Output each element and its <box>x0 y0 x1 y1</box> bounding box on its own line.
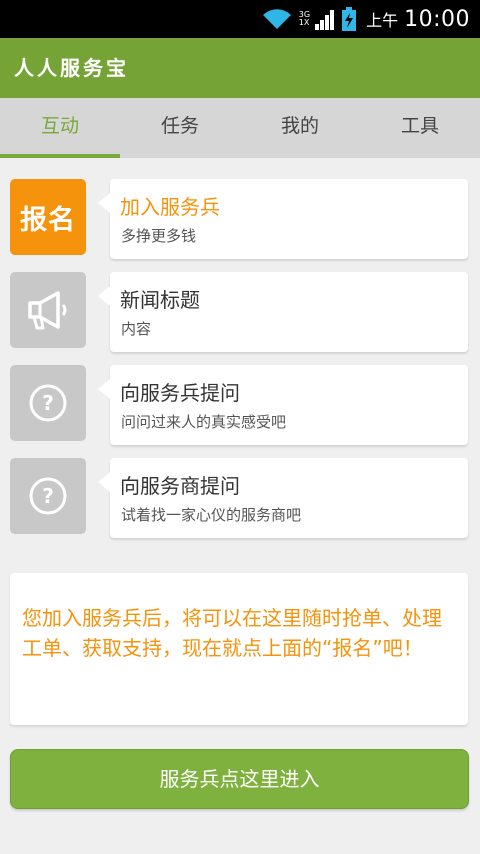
tab-mine[interactable]: 我的 <box>240 98 360 158</box>
item-bubble[interactable]: 向服务商提问 试着找一家心仪的服务商吧 <box>98 458 468 538</box>
tab-bar: 互动 任务 我的 工具 <box>0 98 480 158</box>
ask-provider-thumb[interactable]: ? <box>10 458 86 534</box>
item-title: 加入服务兵 <box>120 195 220 219</box>
tab-tasks[interactable]: 任务 <box>120 98 240 158</box>
list-item-news[interactable]: 新闻标题 内容 <box>10 272 468 352</box>
notice-card: 您加入服务兵后，将可以在这里随时抢单、处理工单、获取支持，现在就点上面的“报名”… <box>10 573 468 725</box>
network-bottom-label: 1X <box>298 18 310 27</box>
item-bubble[interactable]: 新闻标题 内容 <box>98 272 468 352</box>
item-title: 向服务兵提问 <box>120 381 240 405</box>
megaphone-icon <box>28 291 67 330</box>
item-subtitle: 问问过来人的真实感受吧 <box>121 413 287 431</box>
ask-soldier-thumb[interactable]: ? <box>10 365 86 441</box>
svg-text:?: ? <box>42 391 54 415</box>
item-bubble[interactable]: 加入服务兵 多挣更多钱 <box>98 179 468 259</box>
signup-badge[interactable]: 报名 <box>10 179 86 255</box>
item-subtitle: 试着找一家心仪的服务商吧 <box>121 506 302 524</box>
svg-text:?: ? <box>42 484 54 508</box>
tab-interact[interactable]: 互动 <box>0 98 120 158</box>
signup-badge-label: 报名 <box>20 204 76 236</box>
item-title: 向服务商提问 <box>120 474 240 498</box>
item-bubble[interactable]: 向服务兵提问 问问过来人的真实感受吧 <box>98 365 468 445</box>
notice-text: 您加入服务兵后，将可以在这里随时抢单、处理工单、获取支持，现在就点上面的“报名”… <box>22 606 442 660</box>
list-item-ask-soldier[interactable]: ? 向服务兵提问 问问过来人的真实感受吧 <box>10 365 468 445</box>
status-icons: 3G 1X 上午 10:00 <box>261 0 470 38</box>
list-item-signup[interactable]: 报名 加入服务兵 多挣更多钱 <box>10 179 468 259</box>
item-title: 新闻标题 <box>120 288 200 312</box>
enter-button[interactable]: 服务兵点这里进入 <box>10 749 469 809</box>
battery-charging-icon <box>342 7 357 31</box>
list-item-ask-provider[interactable]: ? 向服务商提问 试着找一家心仪的服务商吧 <box>10 458 468 538</box>
question-icon: ? <box>29 477 67 515</box>
app-title: 人人服务宝 <box>14 56 129 80</box>
item-subtitle: 多挣更多钱 <box>121 227 197 245</box>
question-icon: ? <box>29 384 67 422</box>
news-thumb[interactable] <box>10 272 86 348</box>
network-type: 3G 1X <box>299 11 310 27</box>
clock-time: 10:00 <box>404 6 470 32</box>
clock-ampm: 上午 <box>366 11 399 30</box>
app-bar: 人人服务宝 <box>0 38 480 98</box>
status-bar: 3G 1X 上午 10:00 <box>0 0 480 38</box>
item-subtitle: 内容 <box>121 320 152 338</box>
tab-tools[interactable]: 工具 <box>360 98 480 158</box>
signal-icon <box>315 10 335 30</box>
wifi-icon <box>262 9 291 29</box>
